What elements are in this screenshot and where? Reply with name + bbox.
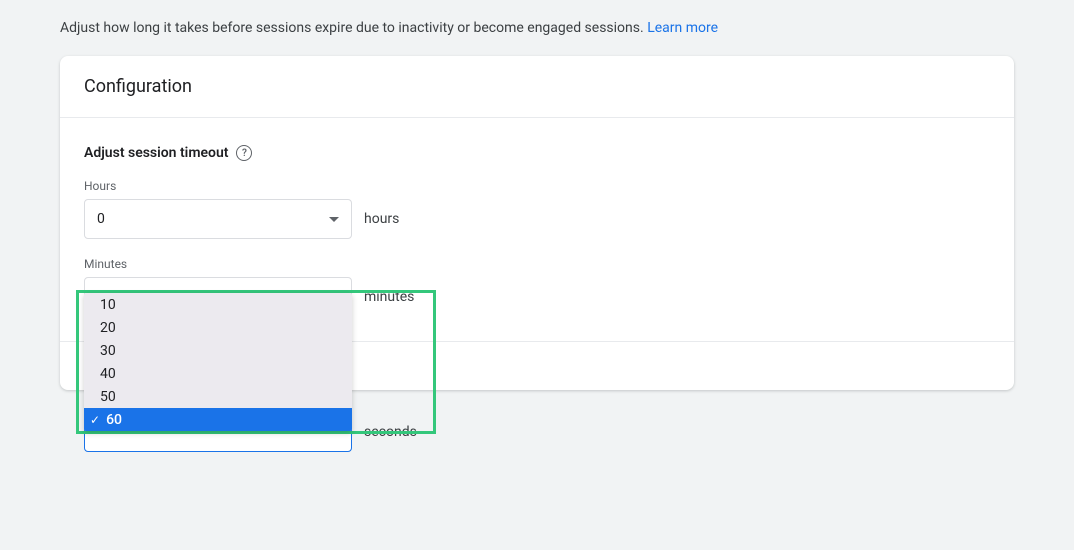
- dropdown-option[interactable]: 50: [84, 385, 352, 408]
- chevron-down-icon: [329, 217, 339, 222]
- dropdown-option-label: 30: [100, 343, 116, 359]
- learn-more-link[interactable]: Learn more: [647, 20, 718, 36]
- card-title: Configuration: [84, 76, 990, 97]
- hours-unit: hours: [364, 211, 399, 227]
- section-title-row: Adjust session timeout ?: [84, 145, 252, 161]
- configuration-card: Configuration Adjust session timeout ? H…: [60, 56, 1014, 390]
- dropdown-option[interactable]: 20: [84, 316, 352, 339]
- dropdown-option[interactable]: 30: [84, 339, 352, 362]
- hours-label: Hours: [84, 179, 990, 193]
- annotation-highlight: 10 20 30 40 50✓ 60: [76, 290, 436, 434]
- hours-value: 0: [97, 211, 105, 227]
- check-icon: ✓: [90, 413, 100, 427]
- hours-field: Hours 0 hours: [84, 179, 990, 239]
- dropdown-option-label: 20: [100, 320, 116, 336]
- dropdown-option[interactable]: ✓ 60: [84, 408, 352, 431]
- hours-select[interactable]: 0: [84, 199, 352, 239]
- card-body: Adjust session timeout ? Hours 0 hours M…: [60, 118, 1014, 342]
- dropdown-option-label: 10: [100, 297, 116, 313]
- help-icon[interactable]: ?: [236, 145, 252, 161]
- dropdown-option[interactable]: 10: [84, 293, 352, 316]
- section-title: Adjust session timeout: [84, 145, 228, 161]
- minutes-label: Minutes: [84, 257, 990, 271]
- dropdown-option[interactable]: 40: [84, 362, 352, 385]
- card-header: Configuration: [60, 56, 1014, 118]
- intro-description: Adjust how long it takes before sessions…: [60, 20, 644, 36]
- minutes-dropdown-list: 10 20 30 40 50✓ 60: [84, 293, 352, 431]
- dropdown-option-label: 60: [106, 412, 122, 428]
- intro-text: Adjust how long it takes before sessions…: [60, 0, 1014, 56]
- dropdown-option-label: 50: [100, 389, 116, 405]
- dropdown-option-label: 40: [100, 366, 116, 382]
